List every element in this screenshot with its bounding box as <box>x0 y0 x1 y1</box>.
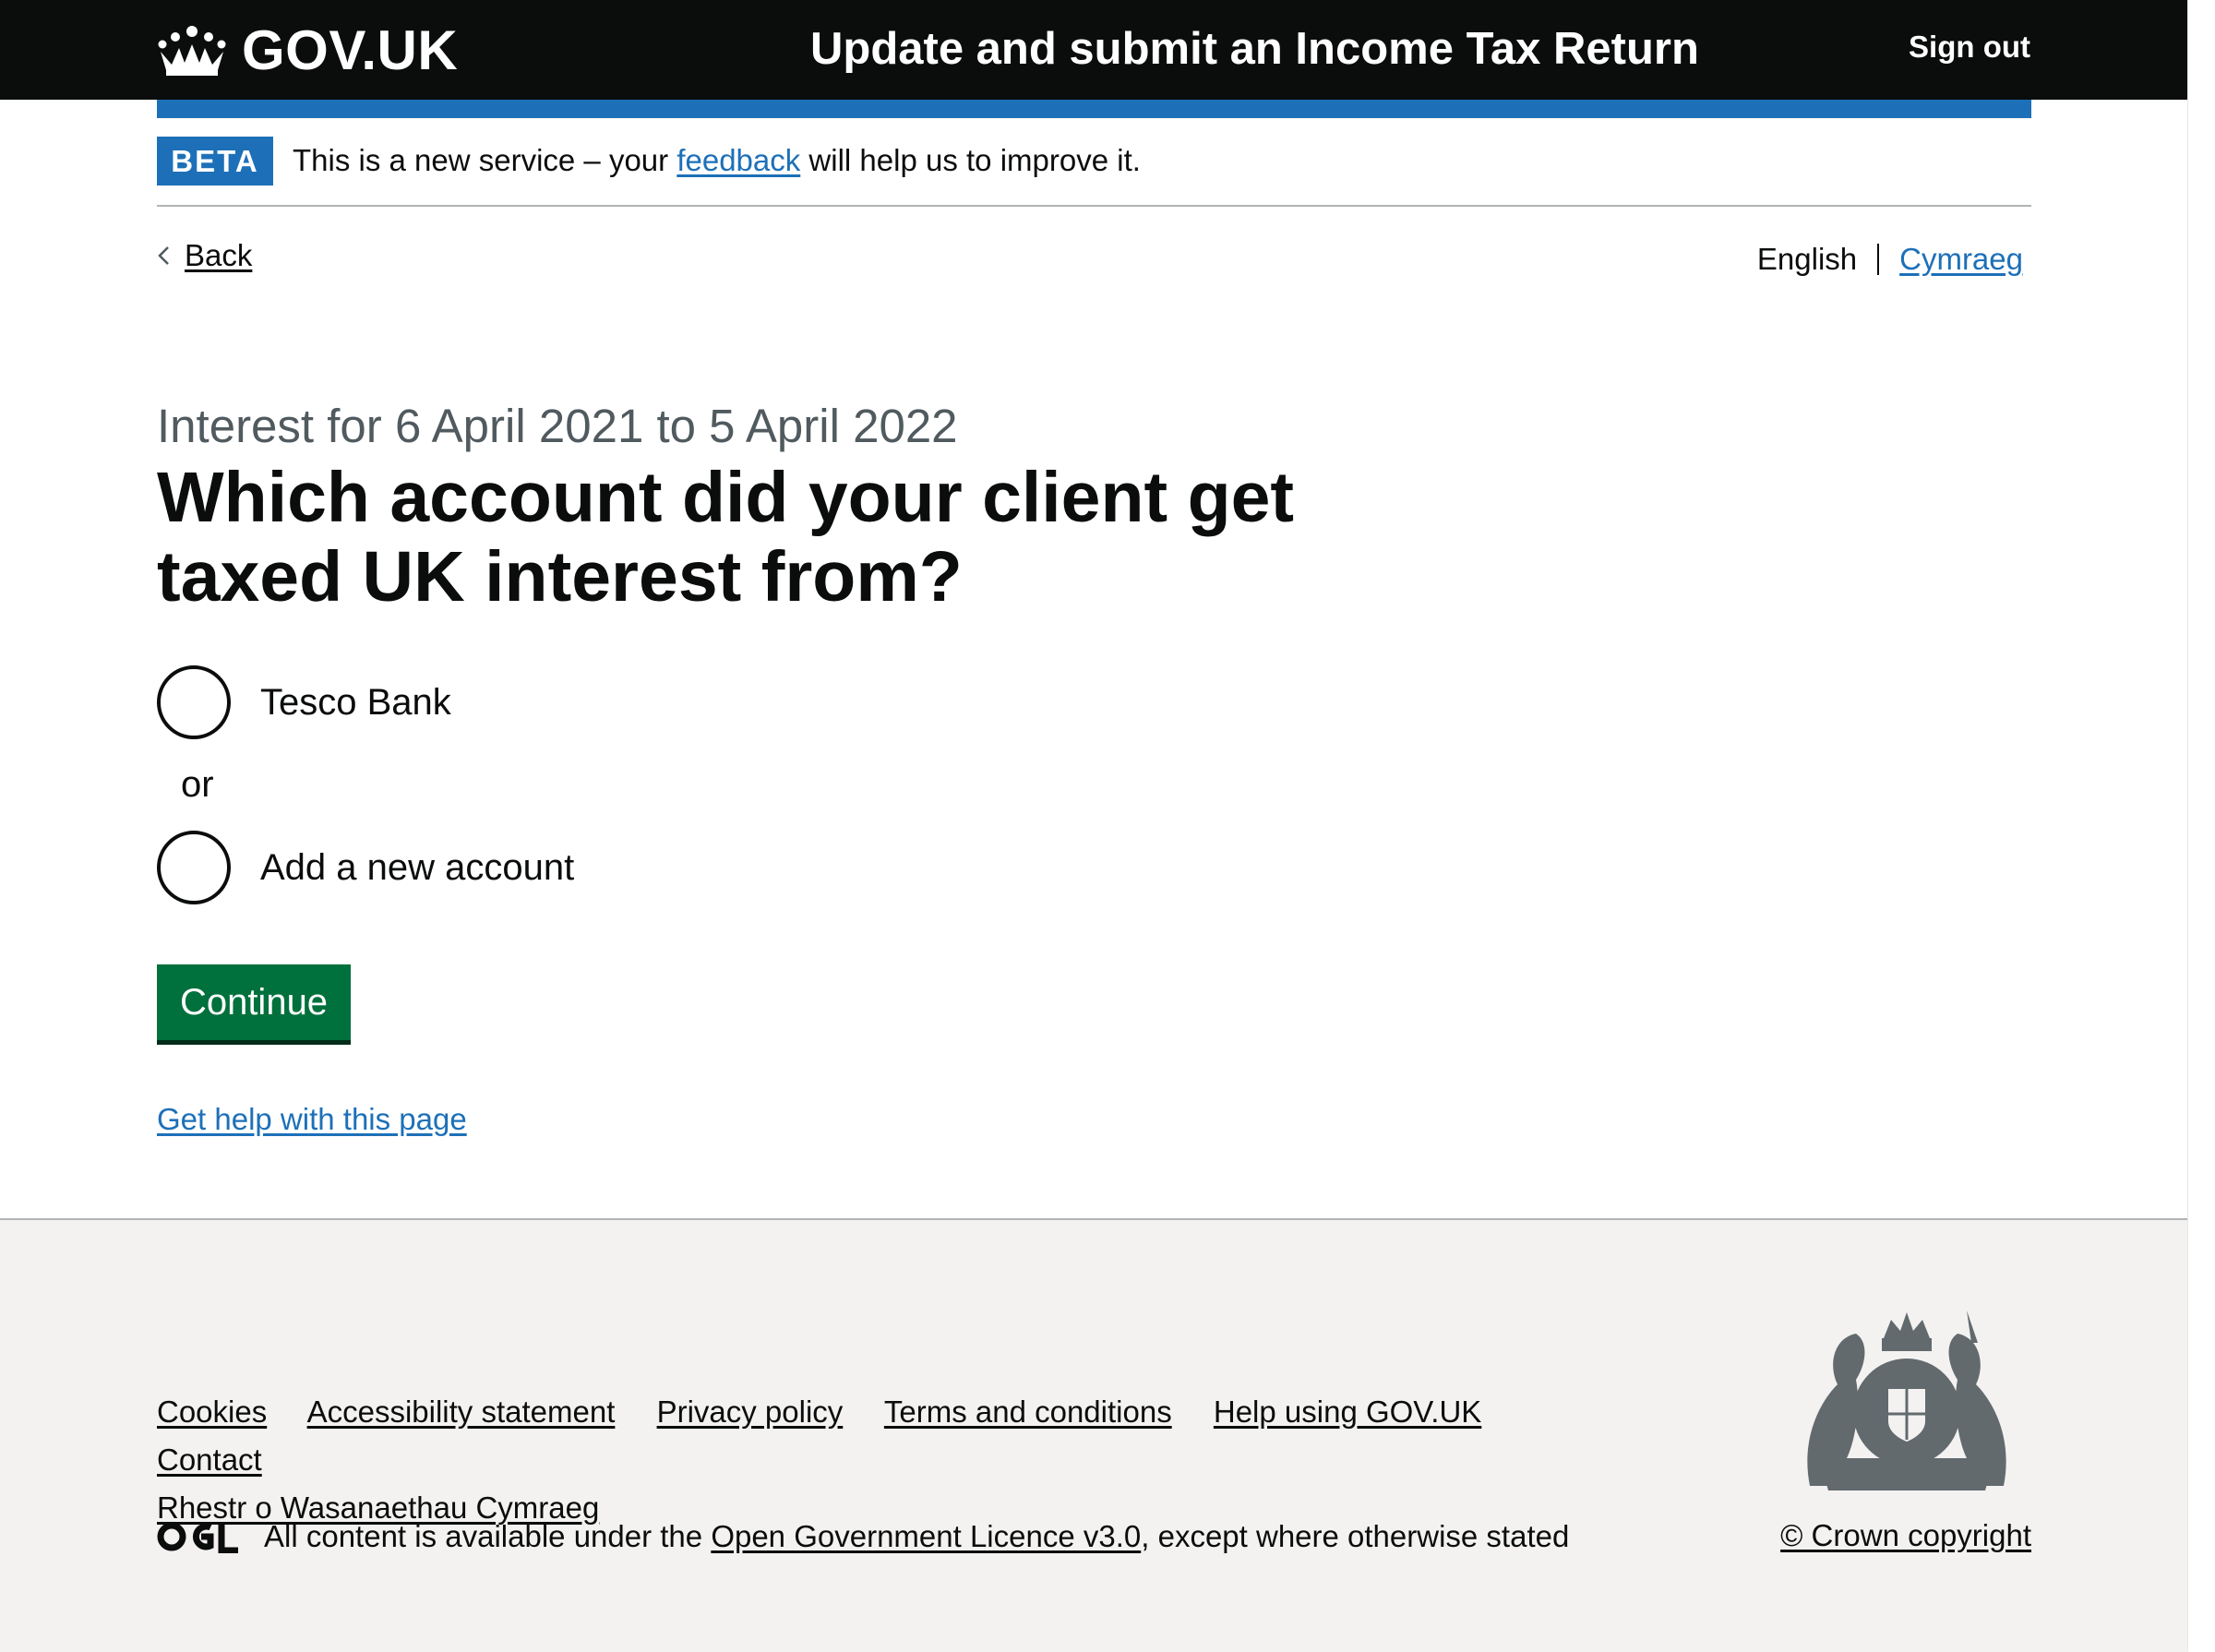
footer-link-contact[interactable]: Contact <box>157 1443 262 1477</box>
royal-coat-of-arms-icon <box>1807 1311 2006 1490</box>
radio-button[interactable] <box>157 831 231 904</box>
ogl-link[interactable]: Open Government Licence v3.0 <box>711 1519 1141 1554</box>
logo-text: GOV.UK <box>242 18 459 81</box>
back-link[interactable]: Back <box>185 233 252 279</box>
radio-option-tesco-bank[interactable]: Tesco Bank <box>157 663 451 742</box>
phase-banner: BETA This is a new service – your feedba… <box>157 137 2031 207</box>
ogl-logo-icon <box>157 1522 238 1553</box>
footer: Cookies Accessibility statement Privacy … <box>0 1218 2188 1652</box>
language-cymraeg-link[interactable]: Cymraeg <box>1899 236 2023 282</box>
back-link-container[interactable]: Back <box>157 233 252 279</box>
language-toggle: English Cymraeg <box>1757 236 2023 282</box>
scrollbar[interactable] <box>2187 0 2215 1650</box>
radio-label[interactable]: Tesco Bank <box>260 682 451 724</box>
radio-divider: or <box>181 764 214 805</box>
crown-copyright: © Crown copyright <box>1780 1512 2031 1560</box>
crown-icon <box>158 26 226 76</box>
footer-links: Cookies Accessibility statement Privacy … <box>157 1388 1634 1532</box>
header: GOV.UK Update and submit an Income Tax R… <box>0 0 2188 100</box>
radio-option-add-new-account[interactable]: Add a new account <box>157 828 574 907</box>
licence-statement: All content is available under the Open … <box>157 1519 1569 1554</box>
sign-out-link[interactable]: Sign out <box>1909 24 2030 70</box>
footer-link-privacy[interactable]: Privacy policy <box>657 1395 844 1429</box>
crown-copyright-link[interactable]: © Crown copyright <box>1780 1518 2031 1552</box>
feedback-link[interactable]: feedback <box>676 143 800 177</box>
footer-link-accessibility[interactable]: Accessibility statement <box>307 1395 616 1429</box>
govuk-logo-link[interactable]: GOV.UK <box>157 18 458 81</box>
beta-tag: BETA <box>157 137 273 186</box>
get-help-link[interactable]: Get help with this page <box>157 1096 467 1143</box>
radio-label[interactable]: Add a new account <box>260 847 574 889</box>
footer-link-terms[interactable]: Terms and conditions <box>884 1395 1172 1429</box>
chevron-left-icon <box>158 246 169 265</box>
phase-banner-text: This is a new service – your feedback wi… <box>293 143 1141 177</box>
language-current: English <box>1756 242 1858 276</box>
footer-link-cookies[interactable]: Cookies <box>157 1395 267 1429</box>
language-separator <box>1877 244 1880 275</box>
service-name-link[interactable]: Update and submit an Income Tax Return <box>810 20 1699 78</box>
page-heading: Which account did your client get taxed … <box>157 458 1295 617</box>
footer-link-help[interactable]: Help using GOV.UK <box>1214 1395 1481 1429</box>
radio-button[interactable] <box>157 665 231 739</box>
page-caption: Interest for 6 April 2021 to 5 April 202… <box>157 400 958 452</box>
continue-button[interactable]: Continue <box>157 964 351 1040</box>
header-underline <box>157 100 2031 118</box>
